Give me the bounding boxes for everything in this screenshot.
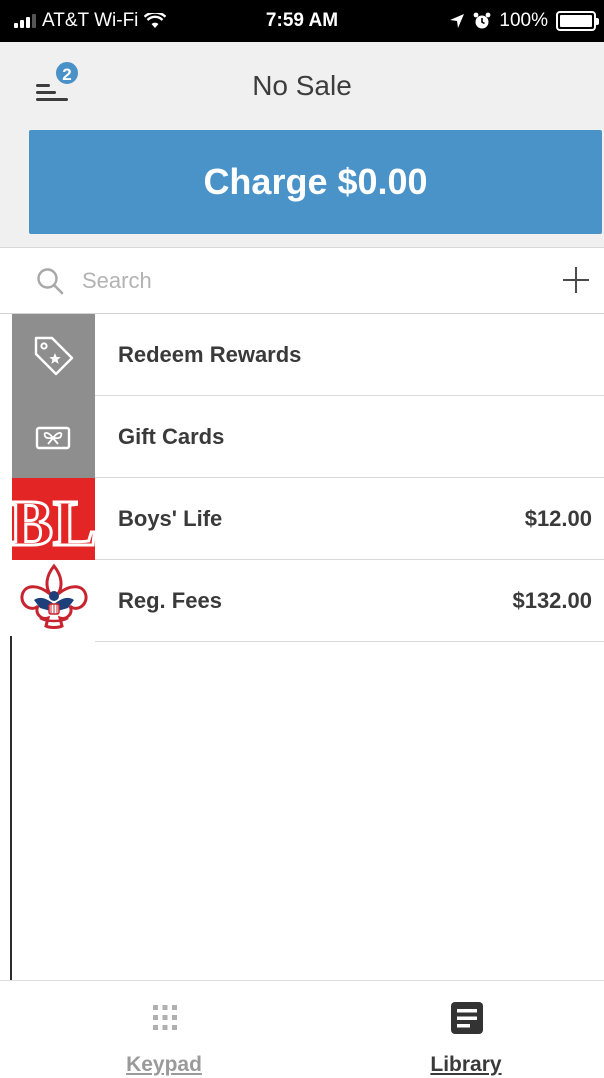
list-item-gift-cards[interactable]: Gift Cards <box>0 396 604 478</box>
location-arrow-icon <box>450 14 465 28</box>
list-item-redeem-rewards[interactable]: Redeem Rewards <box>0 314 604 396</box>
item-label: Boys' Life <box>118 506 223 531</box>
tab-library[interactable]: Library <box>366 981 566 1078</box>
item-price: $12.00 <box>524 506 592 531</box>
list-item-boys-life[interactable]: BL Boys' Life $12.00 <box>0 478 604 560</box>
search-icon <box>37 268 64 295</box>
item-label: Reg. Fees <box>118 588 222 613</box>
battery-icon <box>556 11 599 31</box>
tab-label: Keypad <box>126 1053 202 1076</box>
status-right: 100% <box>449 0 599 42</box>
search-bar <box>0 248 604 314</box>
thumb-boys-life: BL <box>12 478 95 560</box>
alarm-icon <box>473 12 491 29</box>
list-item-reg-fees[interactable]: Reg. Fees $132.00 <box>0 560 604 642</box>
tab-bar: Keypad Library <box>0 980 604 1078</box>
thumb-reg-fees <box>12 560 95 642</box>
tab-label: Library <box>430 1053 502 1076</box>
thumb-redeem-rewards <box>12 314 95 396</box>
status-bar: AT&T Wi-Fi 7:59 AM 100% <box>0 0 604 42</box>
bl-logo: BL <box>12 478 95 560</box>
item-label: Redeem Rewards <box>118 342 302 367</box>
search-input[interactable] <box>82 262 522 300</box>
charge-button[interactable]: Charge $0.00 <box>29 130 602 234</box>
header: 2 No Sale Charge $0.00 <box>0 42 604 248</box>
gift-card-icon <box>35 426 71 450</box>
battery-percent: 100% <box>499 10 548 31</box>
tab-keypad[interactable]: Keypad <box>64 981 264 1078</box>
page-title: No Sale <box>252 70 352 101</box>
thumb-gift-cards <box>12 396 95 478</box>
library-icon <box>451 1002 483 1034</box>
edge-shadow <box>10 636 12 986</box>
divider <box>95 641 604 642</box>
tag-star-icon <box>34 336 74 376</box>
item-label: Gift Cards <box>118 424 225 449</box>
svg-text:BL: BL <box>12 487 95 560</box>
item-list: Redeem Rewards Gift Cards BL Boys' Life … <box>0 314 604 642</box>
bsa-fleur-de-lis-logo <box>20 563 88 629</box>
keypad-icon <box>153 1005 177 1030</box>
item-price: $132.00 <box>512 588 592 613</box>
add-item-button[interactable] <box>560 264 592 296</box>
